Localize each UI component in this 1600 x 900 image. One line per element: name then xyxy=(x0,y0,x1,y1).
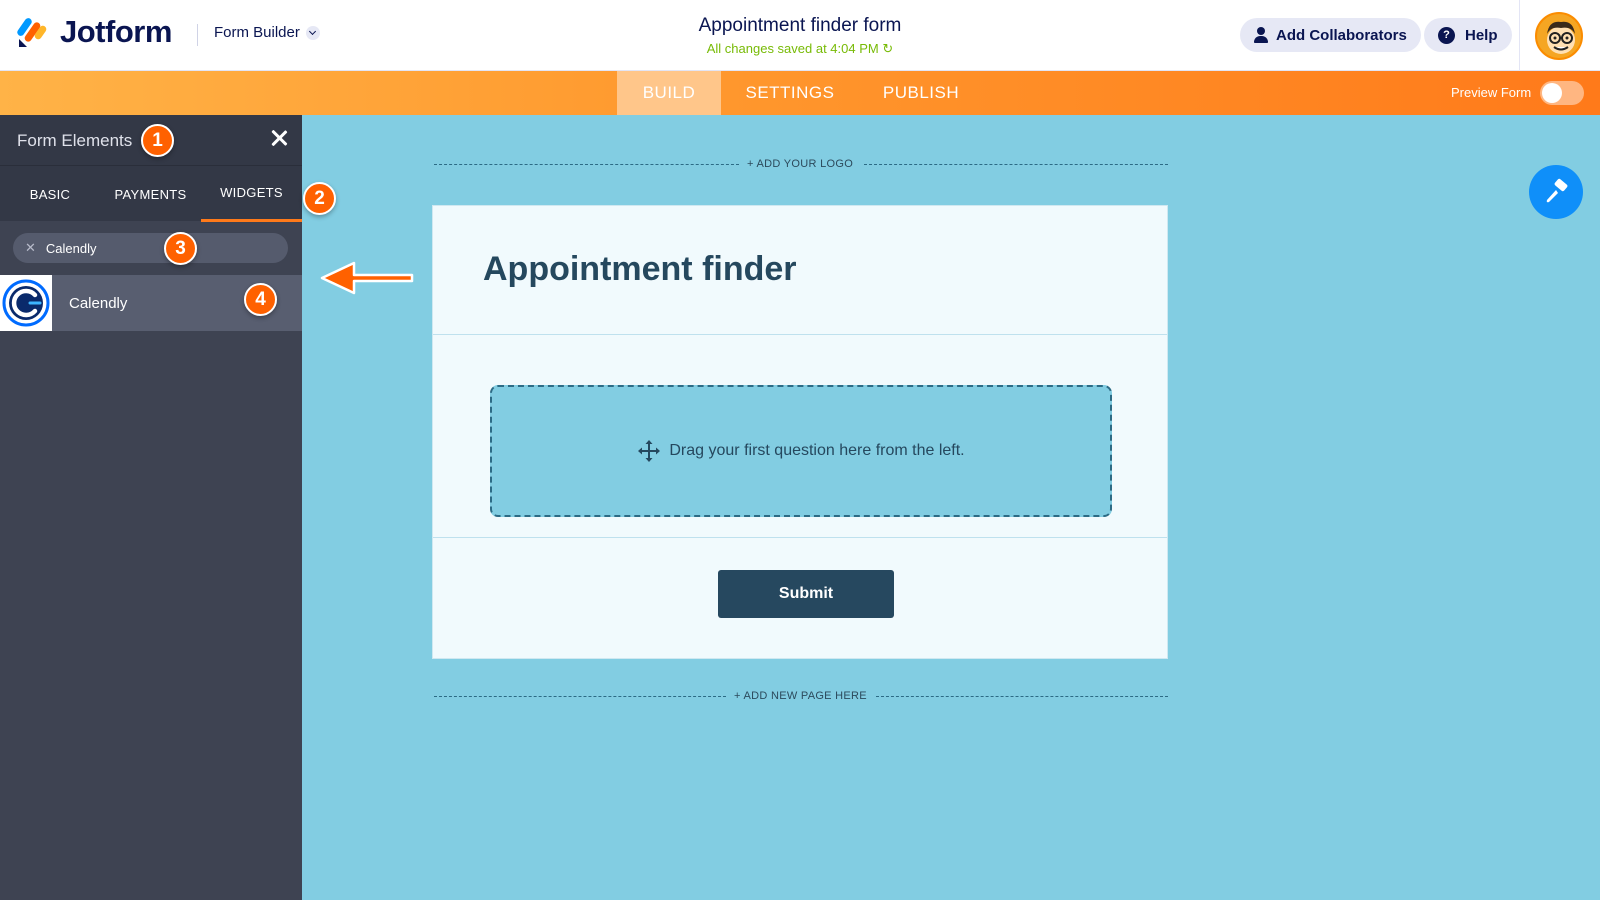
save-status-text: All changes saved at 4:04 PM xyxy=(706,41,879,56)
card-divider xyxy=(433,537,1167,538)
save-status: All changes saved at 4:04 PM ↻ xyxy=(600,41,1000,57)
element-tabs: BASIC PAYMENTS WIDGETS xyxy=(0,165,302,222)
toggle-knob xyxy=(1542,83,1562,103)
undo-history-icon[interactable]: ↻ xyxy=(882,41,893,56)
tab-publish[interactable]: PUBLISH xyxy=(873,71,969,115)
move-icon xyxy=(638,440,661,462)
question-drop-zone[interactable]: Drag your first question here from the l… xyxy=(490,385,1112,517)
help-label: Help xyxy=(1465,26,1498,44)
tab-payments[interactable]: PAYMENTS xyxy=(100,166,201,222)
tab-settings[interactable]: SETTINGS xyxy=(731,71,849,115)
form-heading[interactable]: Appointment finder xyxy=(483,250,797,289)
tab-build[interactable]: BUILD xyxy=(617,71,721,115)
clear-search-icon[interactable]: ✕ xyxy=(25,240,36,256)
submit-button[interactable]: Submit xyxy=(718,570,894,618)
add-collaborators-label: Add Collaborators xyxy=(1276,26,1407,44)
logo-dashed-line-right xyxy=(864,164,1168,165)
question-icon: ? xyxy=(1438,26,1455,44)
avatar-face-icon xyxy=(1547,21,1575,54)
chevron-down-icon xyxy=(305,25,320,40)
form-builder-label: Form Builder xyxy=(214,24,300,41)
user-icon xyxy=(1254,27,1268,43)
page-dashed-line-right xyxy=(876,696,1168,697)
form-designer-button[interactable] xyxy=(1529,165,1583,219)
calendly-icon xyxy=(0,275,52,331)
preview-form-label: Preview Form xyxy=(1451,85,1532,100)
callout-badge-1: 1 xyxy=(141,124,174,157)
card-divider xyxy=(433,334,1167,335)
drop-hint: Drag your first question here from the l… xyxy=(669,442,965,459)
top-header: Jotform Form Builder Appointment finder … xyxy=(0,0,1600,71)
widget-search-input[interactable]: ✕ Calendly xyxy=(13,233,288,263)
header-separator xyxy=(1519,0,1520,71)
page-dashed-line-left xyxy=(434,696,726,697)
form-title[interactable]: Appointment finder form xyxy=(600,15,1000,37)
add-logo-link[interactable]: + ADD YOUR LOGO xyxy=(747,158,853,170)
jotform-logo[interactable]: Jotform xyxy=(16,14,172,50)
brand-name: Jotform xyxy=(60,14,172,49)
callout-badge-3: 3 xyxy=(164,232,197,265)
search-value: Calendly xyxy=(45,240,97,256)
help-button[interactable]: ? Help xyxy=(1424,18,1512,52)
add-new-page-link[interactable]: + ADD NEW PAGE HERE xyxy=(734,690,867,702)
paint-roller-icon xyxy=(1546,178,1568,203)
header-divider xyxy=(197,24,198,46)
callout-badge-2: 2 xyxy=(303,182,336,215)
form-elements-panel: Form Elements BASIC PAYMENTS WIDGETS ✕ C… xyxy=(0,115,302,900)
tab-basic[interactable]: BASIC xyxy=(0,166,100,222)
form-card: Appointment finder Drag your first quest… xyxy=(432,205,1168,659)
panel-title: Form Elements xyxy=(17,131,133,150)
add-collaborators-button[interactable]: Add Collaborators xyxy=(1240,18,1421,52)
jotform-logo-icon xyxy=(17,18,47,47)
form-builder-menu[interactable]: Form Builder xyxy=(214,24,320,41)
builder-nav-bar: BUILD SETTINGS PUBLISH Preview Form xyxy=(0,71,1600,115)
logo-dashed-line-left xyxy=(434,164,739,165)
tab-widgets[interactable]: WIDGETS xyxy=(201,166,302,222)
widget-calendly-label: Calendly xyxy=(69,295,128,312)
callout-arrow-icon xyxy=(320,261,414,295)
callout-badge-4: 4 xyxy=(244,283,277,316)
preview-form-toggle[interactable] xyxy=(1540,81,1584,105)
avatar[interactable] xyxy=(1535,12,1583,60)
close-icon[interactable] xyxy=(268,127,290,149)
